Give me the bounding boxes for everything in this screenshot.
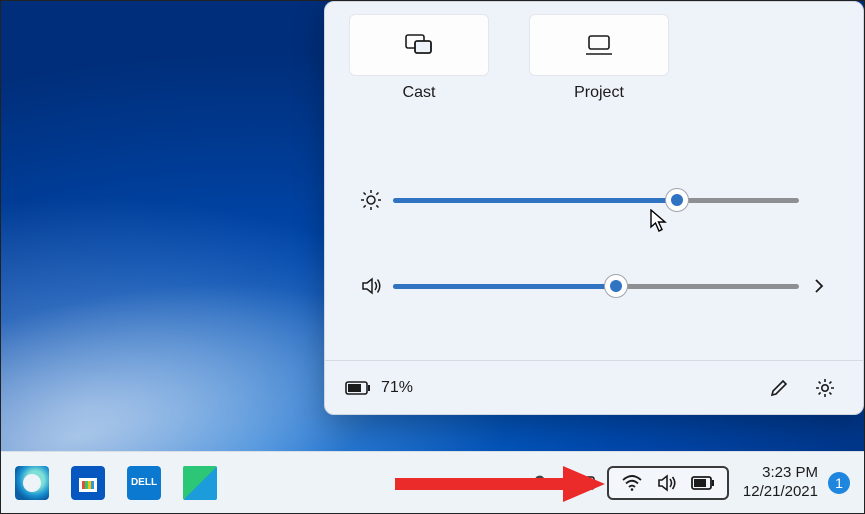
pencil-icon — [769, 378, 789, 398]
brightness-icon — [360, 189, 382, 211]
brightness-slider-thumb[interactable] — [665, 188, 689, 212]
project-icon — [585, 34, 613, 56]
taskbar-app-dell[interactable]: DELL — [127, 466, 161, 500]
project-tile[interactable] — [529, 14, 669, 76]
volume-icon — [360, 275, 382, 297]
panel-footer: 71% — [325, 360, 863, 414]
volume-expand-chevron-icon[interactable] — [812, 277, 826, 295]
battery-text: 71% — [381, 379, 413, 397]
settings-button[interactable] — [807, 370, 843, 406]
callout-arrow — [395, 473, 613, 495]
edit-quick-settings-button[interactable] — [761, 370, 797, 406]
speaker-icon — [657, 474, 677, 492]
gear-icon — [814, 377, 836, 399]
system-tray-cluster[interactable] — [607, 466, 729, 500]
quick-settings-panel: Cast Project 70 — [324, 1, 864, 415]
wifi-icon — [621, 474, 643, 492]
mouse-cursor-icon — [650, 209, 668, 233]
taskbar-app-edge[interactable] — [15, 466, 49, 500]
clock-time: 3:23 PM — [743, 464, 818, 483]
notification-count: 1 — [835, 475, 843, 491]
cast-tile[interactable] — [349, 14, 489, 76]
project-label: Project — [529, 84, 669, 102]
volume-row — [325, 274, 863, 298]
brightness-row — [325, 188, 863, 212]
battery-icon — [345, 380, 371, 396]
volume-slider-thumb[interactable] — [604, 274, 628, 298]
battery-tray-icon — [691, 475, 715, 491]
taskbar-app-cube[interactable] — [183, 466, 217, 500]
notification-badge[interactable]: 1 — [828, 472, 850, 494]
clock-date: 12/21/2021 — [743, 483, 818, 502]
cast-icon — [405, 34, 433, 56]
taskbar-app-ms-store[interactable] — [71, 466, 105, 500]
cast-label: Cast — [349, 84, 489, 102]
brightness-slider[interactable] — [393, 188, 799, 212]
taskbar-clock[interactable]: 3:23 PM 12/21/2021 — [743, 464, 818, 502]
volume-slider[interactable] — [393, 274, 799, 298]
